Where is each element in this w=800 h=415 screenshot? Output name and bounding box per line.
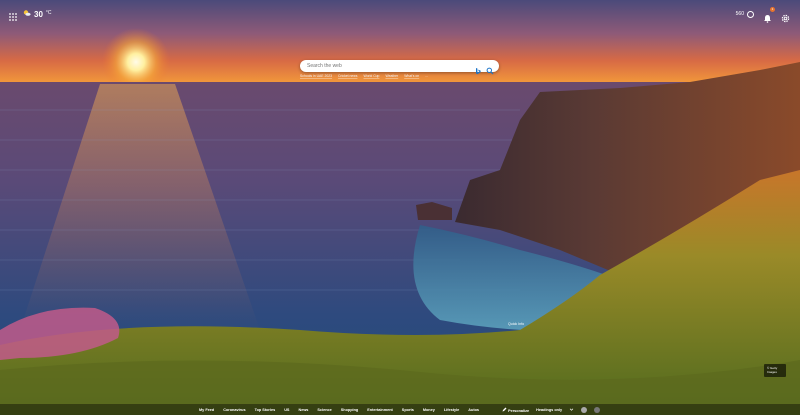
weather-unit: °C [45, 9, 52, 16]
more-trending-button[interactable]: ... [425, 74, 428, 78]
image-credit-line2: Images [767, 370, 777, 374]
trending-searches: Schools in UAE 2023 Cricket news World C… [300, 74, 428, 78]
weather-widget[interactable]: 30 °C [23, 7, 52, 21]
tab-autos[interactable]: Autos [468, 408, 479, 412]
bell-icon [764, 14, 771, 23]
trending-link[interactable]: Weather [385, 74, 398, 78]
rewards-icon [747, 10, 754, 18]
image-info-card[interactable]: © Getty Images [764, 364, 786, 377]
quick-info-button[interactable]: Quick Info [508, 322, 524, 326]
sun-cloud-icon [23, 9, 31, 19]
personalize-label: Personalize [508, 408, 530, 413]
trending-link[interactable]: Cricket news [338, 74, 357, 78]
notifications-badge: 1 [770, 6, 775, 12]
layout-inspirational-button[interactable] [594, 406, 601, 413]
layout-focused-button[interactable] [581, 406, 588, 413]
tab-sports[interactable]: Sports [402, 408, 414, 412]
top-right-controls: 560 1 [735, 6, 790, 23]
heading-visibility-dropdown[interactable]: Headings only [536, 408, 562, 412]
trending-link[interactable]: World Cup [363, 74, 379, 78]
tab-us[interactable]: US [284, 408, 289, 412]
news-feed-bar: My Feed Coronavirus Top Stories US News … [0, 404, 800, 415]
tab-top-stories[interactable]: Top Stories [255, 408, 276, 412]
tab-coronavirus[interactable]: Coronavirus [223, 408, 245, 412]
tab-entertainment[interactable]: Entertainment [367, 408, 393, 412]
chevron-down-icon[interactable] [569, 407, 574, 412]
tab-shopping[interactable]: Shopping [341, 408, 359, 412]
top-bar: 30 °C 560 1 [0, 0, 800, 28]
tab-money[interactable]: Money [423, 408, 435, 412]
tab-news[interactable]: News [298, 408, 308, 412]
trending-link[interactable]: What's on [404, 74, 419, 78]
personalize-button[interactable]: Personalize [502, 407, 529, 413]
weather-temperature: 30 [34, 9, 43, 19]
notifications-button[interactable]: 1 [763, 6, 775, 23]
feed-controls: Personalize Headings only [502, 404, 601, 415]
tab-science[interactable]: Science [317, 408, 331, 412]
search-input[interactable] [307, 61, 467, 71]
rewards-points: 560 [735, 11, 744, 17]
trending-link[interactable]: Schools in UAE 2023 [300, 74, 332, 78]
pencil-icon [502, 407, 507, 411]
tab-my-feed[interactable]: My Feed [199, 408, 214, 412]
feed-tabs: My Feed Coronavirus Top Stories US News … [199, 404, 479, 415]
bing-logo-icon[interactable] [474, 62, 482, 75]
gear-icon [781, 14, 790, 22]
apps-grid-icon[interactable] [8, 9, 18, 21]
search-icon[interactable] [486, 62, 494, 75]
search-box [300, 60, 499, 75]
rewards-button[interactable]: 560 [735, 10, 754, 18]
settings-button[interactable] [781, 10, 790, 22]
tab-lifestyle[interactable]: Lifestyle [444, 408, 459, 412]
